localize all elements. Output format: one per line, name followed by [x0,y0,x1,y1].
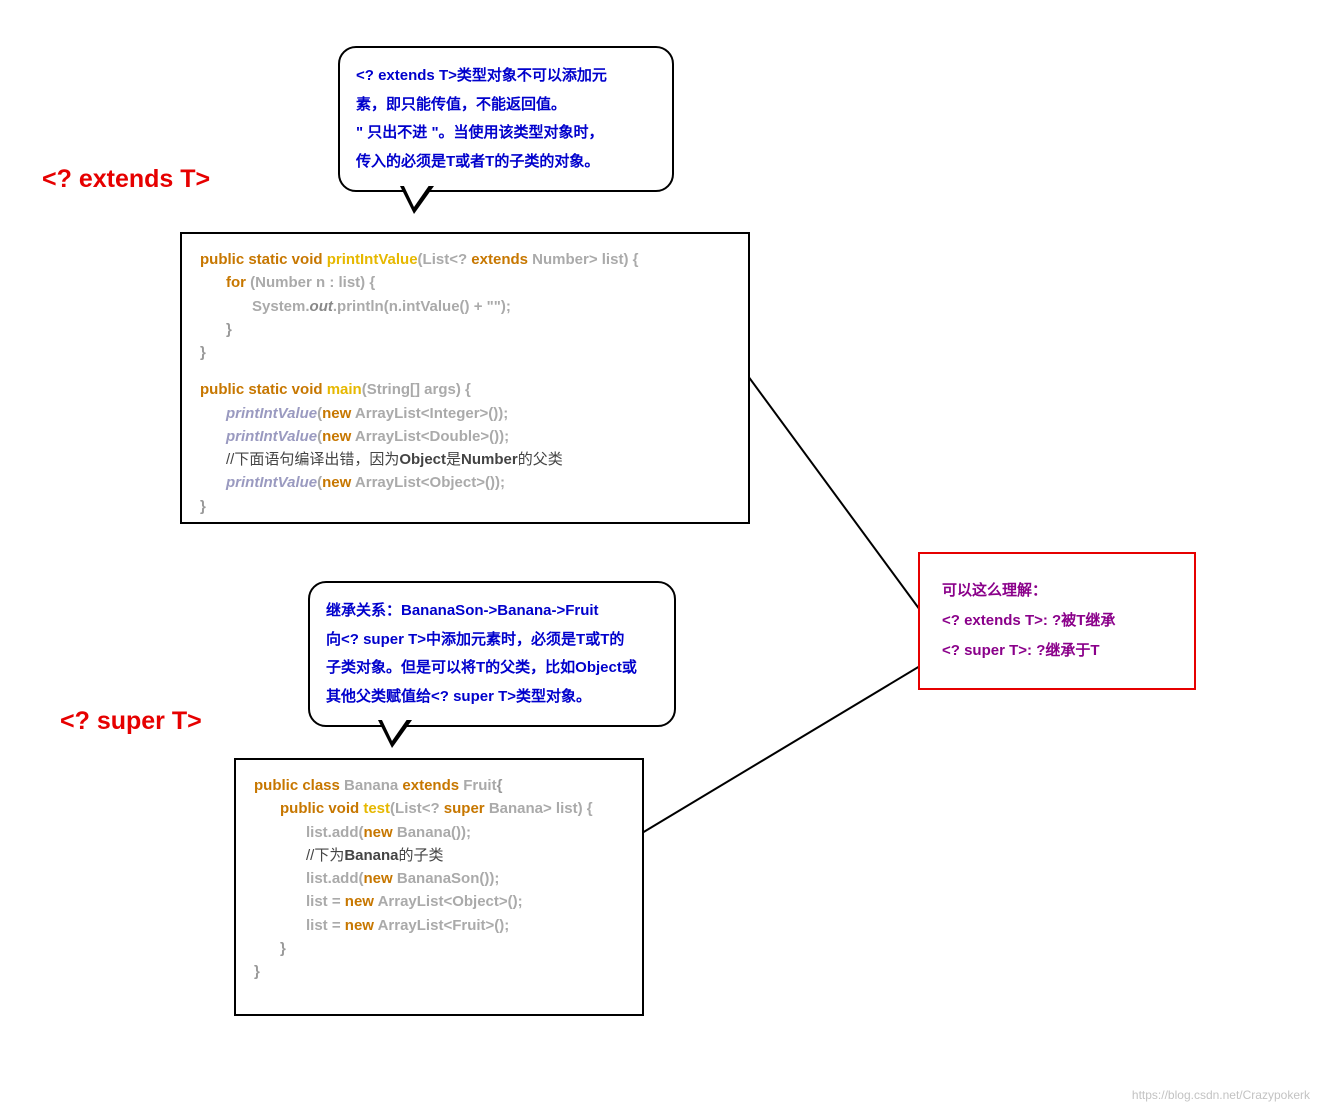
bubble1-line1: <? extends T>类型对象不可以添加元 [356,62,656,91]
code2-line8: } [254,937,624,960]
code1-line5: } [200,341,730,364]
code1-line2: for (Number n : list) { [200,271,730,294]
title-extends: <? extends T> [42,165,210,194]
bubble1-line3: " 只出不进 "。当使用该类型对象时， [356,119,656,148]
speech-tail-2-inner [381,718,408,741]
code2-line6: list = new ArrayList<Object>(); [254,890,624,913]
code2-line9: } [254,960,624,983]
code-box-extends: public static void printIntValue(List<? … [180,232,750,524]
code2-line7: list = new ArrayList<Fruit>(); [254,914,624,937]
summary-line1: 可以这么理解： [942,576,1172,606]
bubble1-line2: 素，即只能传值，不能返回值。 [356,91,656,120]
bubble2-line4: 其他父类赋值给<? super T>类型对象。 [326,683,658,712]
code1-spacer [200,364,730,378]
speech-bubble-super: 继承关系：BananaSon->Banana->Fruit 向<? super … [308,581,676,727]
watermark: https://blog.csdn.net/Crazypokerk [1132,1088,1310,1102]
bubble2-line2: 向<? super T>中添加元素时，必须是T或T的 [326,626,658,655]
summary-line2: <? extends T>: ?被T继承 [942,606,1172,636]
code1-line4: } [200,318,730,341]
code1-line10: printIntValue(new ArrayList<Object>()); [200,471,730,494]
summary-box: 可以这么理解： <? extends T>: ?被T继承 <? super T>… [918,552,1196,690]
code2-line4: //下为Banana的子类 [254,844,624,867]
speech-tail-1-inner [403,184,430,207]
code1-line6: public static void main(String[] args) { [200,378,730,401]
code1-line3: System.out.println(n.intValue() + ""); [200,295,730,318]
code-box-super: public class Banana extends Fruit{ publi… [234,758,644,1016]
title-super: <? super T> [60,707,202,736]
bubble2-line1: 继承关系：BananaSon->Banana->Fruit [326,597,658,626]
bubble2-line3: 子类对象。但是可以将T的父类，比如Object或 [326,654,658,683]
bubble1-line4: 传入的必须是T或者T的子类的对象。 [356,148,656,177]
code2-line1: public class Banana extends Fruit{ [254,774,624,797]
code1-line8: printIntValue(new ArrayList<Double>()); [200,425,730,448]
speech-bubble-extends: <? extends T>类型对象不可以添加元 素，即只能传值，不能返回值。 "… [338,46,674,192]
code1-line9: //下面语句编译出错，因为Object是Number的父类 [200,448,730,471]
code1-line11: } [200,495,730,518]
code1-line1: public static void printIntValue(List<? … [200,248,730,271]
code2-line3: list.add(new Banana()); [254,821,624,844]
code1-line7: printIntValue(new ArrayList<Integer>()); [200,402,730,425]
code2-line5: list.add(new BananaSon()); [254,867,624,890]
code2-line2: public void test(List<? super Banana> li… [254,797,624,820]
summary-line3: <? super T>: ?继承于T [942,636,1172,666]
